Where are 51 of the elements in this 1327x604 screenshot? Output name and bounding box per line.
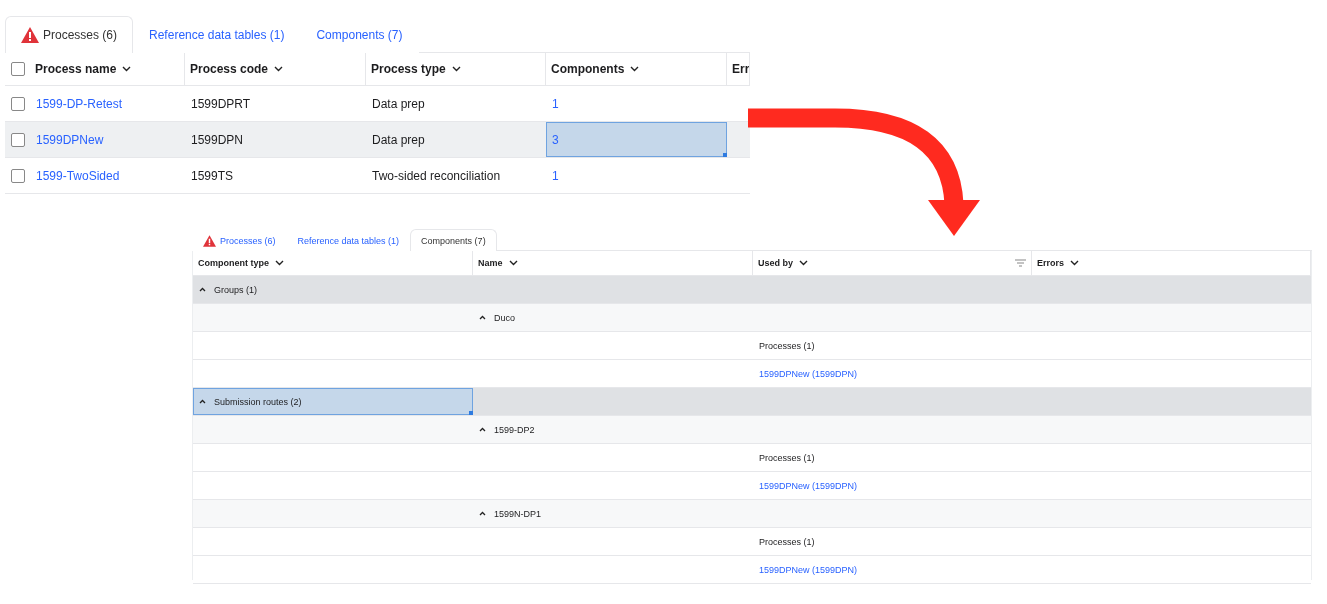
column-header[interactable]: Used by: [758, 258, 793, 268]
process-link[interactable]: 1599DPNew (1599DPN): [753, 472, 1032, 499]
column-header[interactable]: Component type: [198, 258, 269, 268]
group-label: Submission routes (2): [214, 396, 302, 407]
column-header[interactable]: Process name: [35, 62, 117, 76]
table-cell-text: Processes (1): [758, 535, 816, 549]
table-cell-text: Two-sided reconciliation: [371, 167, 502, 185]
checkbox[interactable]: [11, 96, 25, 111]
chevron-up-icon[interactable]: [199, 399, 206, 404]
process-link[interactable]: 1599DPNew (1599DPN): [753, 556, 1032, 583]
column-header[interactable]: Components: [551, 62, 625, 76]
table-cell-text: Processes (1): [758, 339, 816, 353]
group-row-cell[interactable]: Submission routes (2): [193, 388, 473, 415]
table-cell-text: Processes (1): [758, 451, 816, 465]
process-link[interactable]: 1599-DP-Retest: [30, 86, 185, 121]
chevron-up-icon[interactable]: [479, 427, 486, 432]
table-cell-text: Data prep: [371, 131, 426, 149]
column-header[interactable]: Errors: [1037, 258, 1064, 268]
group-label: Groups (1): [214, 284, 257, 295]
chevron-up-icon[interactable]: [479, 511, 486, 516]
table-cell-text: 1599DPRT: [190, 95, 252, 113]
components-link[interactable]: 1: [546, 158, 727, 193]
chevron-down-icon[interactable]: [508, 260, 518, 266]
component-name: 1599-DP2: [494, 424, 535, 435]
chevron-down-icon[interactable]: [122, 66, 132, 72]
process-link[interactable]: 1599DPNew (1599DPN): [753, 360, 1032, 387]
column-header[interactable]: Process type: [371, 62, 446, 76]
column-header[interactable]: Err: [732, 62, 749, 76]
column-header[interactable]: Name: [478, 258, 503, 268]
table-cell-text: 1599DPN: [190, 131, 245, 149]
tab[interactable]: Components (7): [410, 229, 497, 251]
chevron-down-icon[interactable]: [274, 66, 284, 72]
chevron-up-icon[interactable]: [199, 287, 206, 292]
component-name: 1599N-DP1: [494, 508, 542, 519]
chevron-up-icon[interactable]: [479, 315, 486, 320]
process-link[interactable]: 1599DPNew: [30, 122, 185, 157]
chevron-down-icon[interactable]: [799, 260, 808, 266]
tab[interactable]: Processes (6): [5, 16, 134, 53]
process-link[interactable]: 1599-TwoSided: [30, 158, 185, 193]
chevron-down-icon[interactable]: [630, 66, 640, 72]
checkbox[interactable]: [11, 132, 25, 147]
chevron-down-icon[interactable]: [1070, 260, 1079, 266]
table-cell-text: Data prep: [371, 95, 426, 113]
select-all-checkbox[interactable]: [11, 62, 25, 76]
chevron-down-icon[interactable]: [275, 260, 284, 266]
table-cell-text: 1599TS: [190, 167, 235, 185]
components-link[interactable]: 1: [546, 86, 727, 121]
chevron-down-icon[interactable]: [451, 66, 461, 72]
component-name: Duco: [494, 312, 515, 323]
checkbox[interactable]: [11, 168, 25, 183]
column-header[interactable]: Process code: [190, 62, 269, 76]
